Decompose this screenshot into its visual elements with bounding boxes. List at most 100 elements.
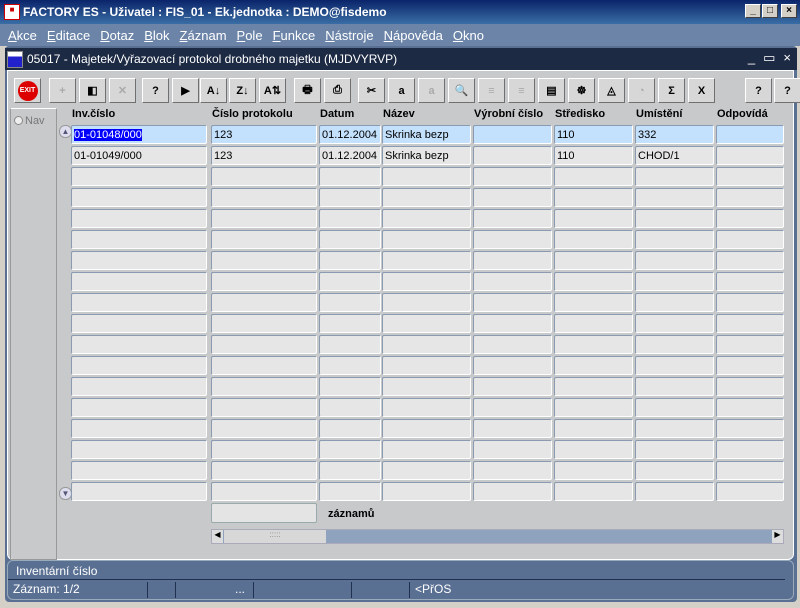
empty-cell[interactable]: [382, 377, 471, 396]
enter-query-button[interactable]: ?: [142, 78, 169, 103]
empty-cell[interactable]: [382, 482, 471, 501]
empty-cell[interactable]: [382, 188, 471, 207]
table-cell[interactable]: 01-01049/000: [71, 146, 207, 165]
empty-cell[interactable]: [71, 335, 207, 354]
empty-cell[interactable]: [71, 314, 207, 333]
empty-cell[interactable]: [554, 188, 633, 207]
empty-cell[interactable]: [554, 293, 633, 312]
empty-cell[interactable]: [211, 461, 317, 480]
empty-cell[interactable]: [554, 251, 633, 270]
empty-cell[interactable]: [211, 356, 317, 375]
empty-cell[interactable]: [71, 482, 207, 501]
empty-cell[interactable]: [211, 188, 317, 207]
empty-cell[interactable]: [71, 272, 207, 291]
empty-cell[interactable]: [635, 167, 714, 186]
empty-cell[interactable]: [716, 377, 784, 396]
empty-cell[interactable]: [554, 356, 633, 375]
empty-cell[interactable]: [211, 335, 317, 354]
print-setup-button[interactable]: ⎙: [324, 78, 351, 103]
empty-cell[interactable]: [319, 461, 381, 480]
sum-button[interactable]: Σ: [658, 78, 685, 103]
empty-cell[interactable]: [319, 167, 381, 186]
empty-cell[interactable]: [211, 293, 317, 312]
table-cell[interactable]: 332: [635, 125, 714, 144]
empty-cell[interactable]: [473, 209, 552, 228]
table-cell[interactable]: Skrinka bezp: [382, 146, 471, 165]
empty-cell[interactable]: [716, 209, 784, 228]
empty-cell[interactable]: [716, 440, 784, 459]
scroll-thumb[interactable]: :::::: [224, 530, 326, 543]
table-cell[interactable]: [716, 125, 784, 144]
empty-cell[interactable]: [473, 440, 552, 459]
empty-cell[interactable]: [71, 230, 207, 249]
empty-cell[interactable]: [635, 482, 714, 501]
empty-cell[interactable]: [71, 188, 207, 207]
empty-cell[interactable]: [71, 167, 207, 186]
table-cell[interactable]: 110: [554, 125, 633, 144]
nav-radio[interactable]: [14, 116, 23, 125]
empty-cell[interactable]: [382, 251, 471, 270]
print-button[interactable]: 🖶: [294, 78, 321, 103]
cut-button[interactable]: ✂: [358, 78, 385, 103]
horizontal-scrollbar[interactable]: ::::: ◀ ▶: [211, 529, 784, 544]
empty-cell[interactable]: [319, 419, 381, 438]
empty-cell[interactable]: [716, 356, 784, 375]
empty-cell[interactable]: [319, 251, 381, 270]
empty-cell[interactable]: [716, 251, 784, 270]
table-cell[interactable]: 110: [554, 146, 633, 165]
empty-cell[interactable]: [554, 440, 633, 459]
empty-cell[interactable]: [382, 356, 471, 375]
empty-cell[interactable]: [473, 293, 552, 312]
empty-cell[interactable]: [71, 209, 207, 228]
empty-cell[interactable]: [319, 335, 381, 354]
menu-0[interactable]: Akce: [8, 28, 37, 43]
empty-cell[interactable]: [635, 314, 714, 333]
empty-cell[interactable]: [211, 272, 317, 291]
menu-8[interactable]: Nápověda: [384, 28, 443, 43]
empty-cell[interactable]: [554, 272, 633, 291]
table-cell[interactable]: [473, 125, 552, 144]
exit-button[interactable]: EXIT: [14, 78, 41, 103]
empty-cell[interactable]: [211, 377, 317, 396]
empty-cell[interactable]: [473, 482, 552, 501]
empty-cell[interactable]: [71, 377, 207, 396]
empty-cell[interactable]: [382, 209, 471, 228]
empty-cell[interactable]: [71, 251, 207, 270]
save-button[interactable]: ◧: [79, 78, 106, 103]
empty-cell[interactable]: [319, 440, 381, 459]
context-help-button[interactable]: ?: [774, 78, 800, 103]
empty-cell[interactable]: [716, 461, 784, 480]
empty-cell[interactable]: [473, 461, 552, 480]
empty-cell[interactable]: [554, 335, 633, 354]
empty-cell[interactable]: [554, 167, 633, 186]
empty-cell[interactable]: [382, 230, 471, 249]
empty-cell[interactable]: [71, 461, 207, 480]
empty-cell[interactable]: [554, 209, 633, 228]
empty-cell[interactable]: [473, 356, 552, 375]
empty-cell[interactable]: [716, 188, 784, 207]
empty-cell[interactable]: [635, 398, 714, 417]
copy-button[interactable]: a: [388, 78, 415, 103]
menu-5[interactable]: Pole: [237, 28, 263, 43]
help-button[interactable]: ?: [745, 78, 772, 103]
empty-cell[interactable]: [716, 482, 784, 501]
empty-cell[interactable]: [211, 167, 317, 186]
menu-4[interactable]: Záznam: [180, 28, 227, 43]
empty-cell[interactable]: [382, 314, 471, 333]
empty-cell[interactable]: [554, 482, 633, 501]
empty-cell[interactable]: [716, 272, 784, 291]
empty-cell[interactable]: [319, 314, 381, 333]
menu-3[interactable]: Blok: [144, 28, 169, 43]
empty-cell[interactable]: [319, 293, 381, 312]
empty-cell[interactable]: [716, 335, 784, 354]
search-button[interactable]: 🔍: [448, 78, 475, 103]
empty-cell[interactable]: [71, 419, 207, 438]
empty-cell[interactable]: [382, 293, 471, 312]
empty-cell[interactable]: [635, 230, 714, 249]
table-cell[interactable]: [473, 146, 552, 165]
paste-button[interactable]: a: [418, 78, 445, 103]
empty-cell[interactable]: [211, 398, 317, 417]
table-cell[interactable]: 01.12.2004 I: [319, 146, 381, 165]
delete-record-button[interactable]: ✕: [109, 78, 136, 103]
empty-cell[interactable]: [319, 272, 381, 291]
